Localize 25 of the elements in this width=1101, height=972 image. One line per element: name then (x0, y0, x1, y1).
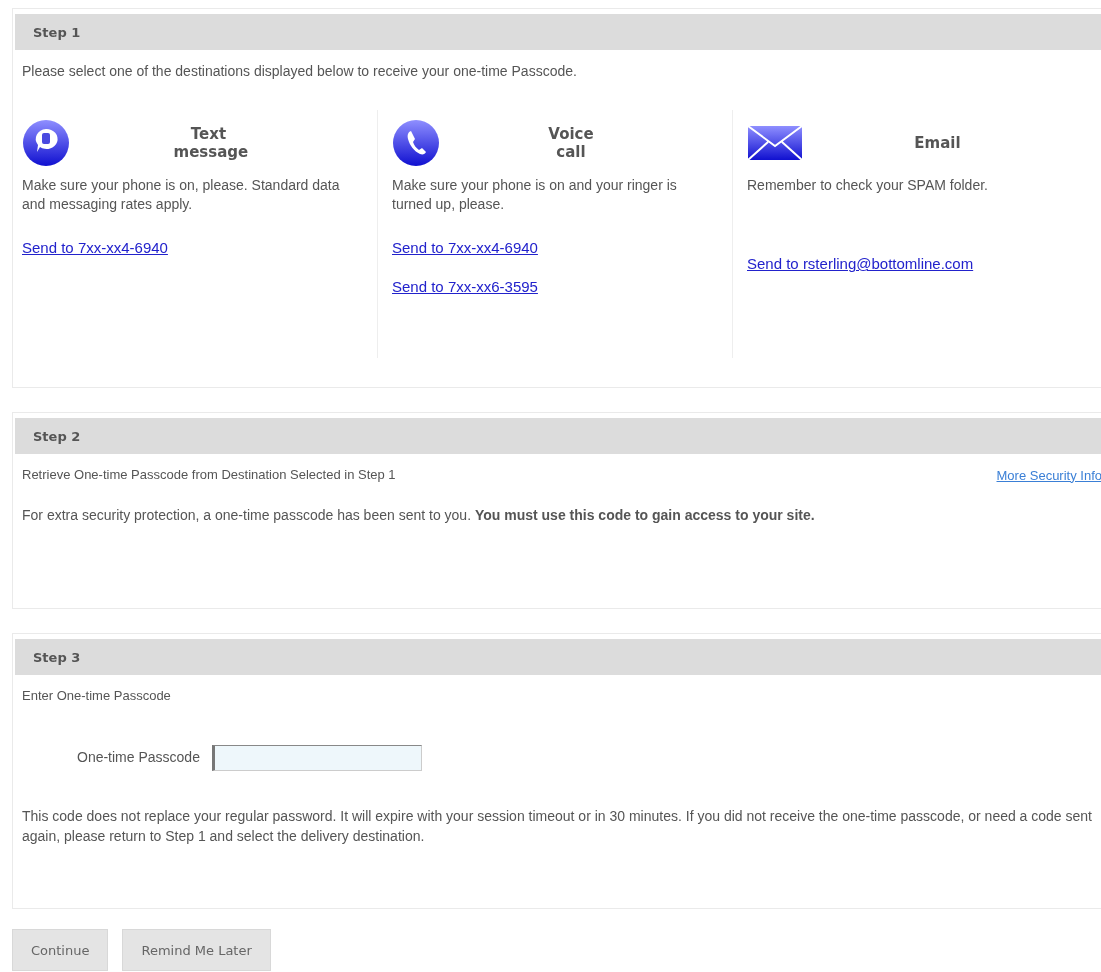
destination-title: Email (913, 133, 962, 152)
destination-description: Remember to check your SPAM folder. (747, 175, 989, 195)
step-subtitle: Enter One-time Passcode (22, 687, 172, 705)
destination-title: Voice call (547, 124, 595, 161)
phone-icon (392, 118, 440, 167)
send-link[interactable]: Send to rsterling@bottomline.com (747, 255, 974, 273)
envelope-icon (747, 124, 803, 161)
destination-description: Make sure your phone is on and your ringer is turned up, please. (392, 175, 678, 215)
step-header: Step 2 (15, 418, 1101, 454)
send-link[interactable]: Send to 7xx-xx4-6940 (22, 238, 168, 256)
instruction-text: Please select one of the destinations displayed below to receive your one-time Passcode. (22, 62, 578, 81)
destination-description: Make sure your phone is on, please. Standard data and messaging rates apply. (22, 175, 341, 215)
passcode-field[interactable] (211, 745, 422, 772)
security-text: For extra security protection, a one-time passcode has been sent to you. You must use this code to gain access to your site. (22, 506, 816, 526)
action-button[interactable]: Remind Me Later (122, 929, 271, 971)
note-text: This code does not replace your regular password. It will expire with your session timeout or in 30 minutes. If you did not receive the one-time passcode, or need a code sent again, please return to Step 1 and select the delivery destination. (22, 807, 1093, 846)
step-subtitle: Retrieve One-time Passcode from Destination Selected in Step 1 (22, 466, 396, 484)
security-info-link[interactable]: More Security Info (996, 467, 1101, 483)
send-link[interactable]: Send to 7xx-xx4-6940 (392, 238, 538, 256)
step-header: Step 3 (15, 639, 1101, 675)
action-button[interactable]: Continue (12, 929, 109, 971)
message-bubble-icon (22, 118, 70, 167)
send-link[interactable]: Send to 7xx-xx6-3595 (392, 277, 538, 295)
field-label: One-time Passcode (77, 748, 200, 768)
step-header: Step 1 (15, 14, 1101, 50)
